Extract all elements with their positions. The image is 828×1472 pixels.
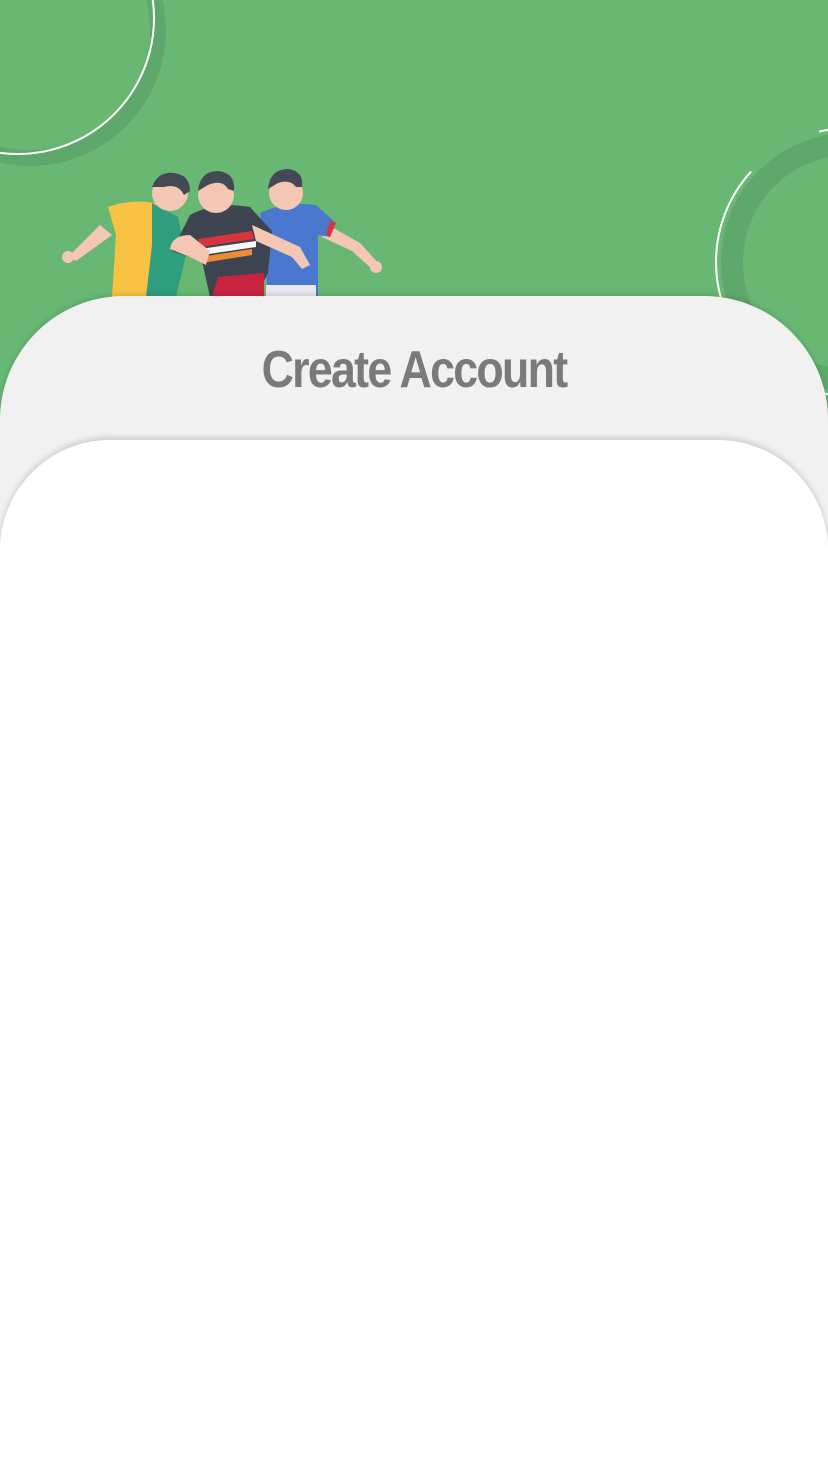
page-title: Create Account — [261, 341, 568, 399]
player-yellow — [62, 172, 190, 297]
form-card — [0, 440, 828, 1472]
football-players-illustration — [62, 169, 382, 297]
player-blue — [260, 169, 382, 297]
